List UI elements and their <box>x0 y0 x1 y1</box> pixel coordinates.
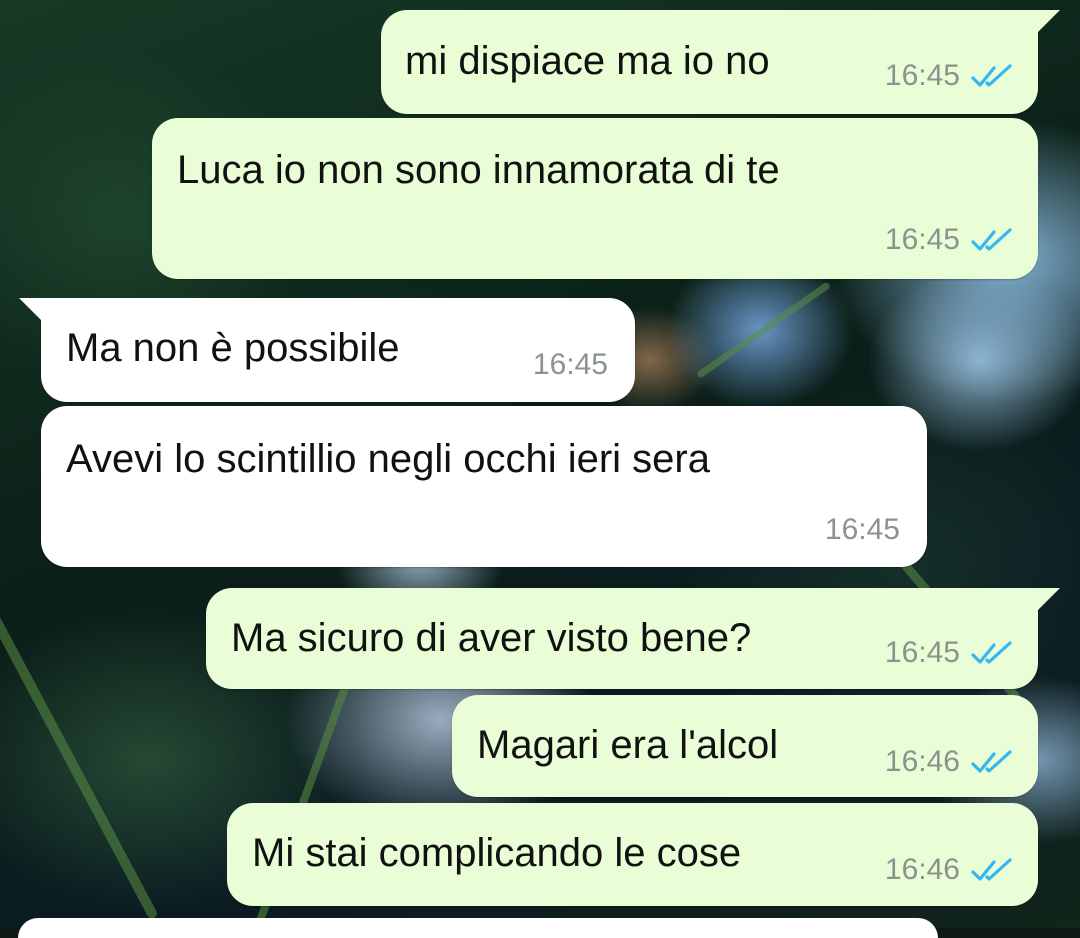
message-time: 16:46 <box>884 745 960 778</box>
double-check-icon <box>971 750 1012 773</box>
message-meta: 16:45 <box>825 515 900 545</box>
message-bubble-outgoing[interactable]: Mi stai complicando le cose 16:46 <box>227 803 1038 906</box>
message-bubble-incoming[interactable]: Avevi lo scintillio negli occhi ieri ser… <box>41 406 927 567</box>
message-time: 16:45 <box>884 636 960 669</box>
message-time: 16:45 <box>824 513 900 546</box>
message-meta: 16:45 <box>885 638 1016 668</box>
message-bubble-outgoing[interactable]: mi dispiace ma io no 16:45 <box>381 10 1038 114</box>
double-check-icon <box>971 641 1012 664</box>
message-text: Ma non è possibile <box>66 326 400 370</box>
message-meta: 16:46 <box>885 747 1016 777</box>
message-time: 16:45 <box>884 59 960 92</box>
double-check-icon <box>971 228 1012 251</box>
message-text: Avevi lo scintillio negli occhi ieri ser… <box>66 437 710 481</box>
message-time: 16:45 <box>884 223 960 256</box>
message-meta: 16:45 <box>885 225 1016 255</box>
message-meta: 16:45 <box>533 350 608 380</box>
wallpaper-stem <box>695 281 832 379</box>
message-time: 16:46 <box>884 853 960 886</box>
message-bubble-outgoing[interactable]: Luca io non sono innamorata di te 16:45 <box>152 118 1038 279</box>
message-time: 16:45 <box>532 348 608 381</box>
bubble-tail <box>19 298 41 320</box>
message-bubble-outgoing[interactable]: Magari era l'alcol 16:46 <box>452 695 1038 797</box>
message-text: Ma sicuro di aver visto bene? <box>231 616 752 660</box>
message-bubble-outgoing[interactable]: Ma sicuro di aver visto bene? 16:45 <box>206 588 1038 689</box>
message-meta: 16:45 <box>885 61 1016 91</box>
message-bubble-incoming[interactable]: Ma non è possibile 16:45 <box>41 298 635 402</box>
message-text: Mi stai complicando le cose <box>252 831 742 875</box>
wallpaper-stem <box>0 579 159 921</box>
bubble-tail <box>1038 10 1060 32</box>
message-meta: 16:46 <box>885 855 1016 885</box>
bubble-tail <box>1038 588 1060 610</box>
message-bubble-incoming-partial[interactable] <box>18 918 938 938</box>
message-text: mi dispiace ma io no <box>405 39 770 83</box>
message-text: Magari era l'alcol <box>477 723 779 767</box>
message-text: Luca io non sono innamorata di te <box>177 148 780 192</box>
double-check-icon <box>971 64 1012 87</box>
double-check-icon <box>971 858 1012 881</box>
